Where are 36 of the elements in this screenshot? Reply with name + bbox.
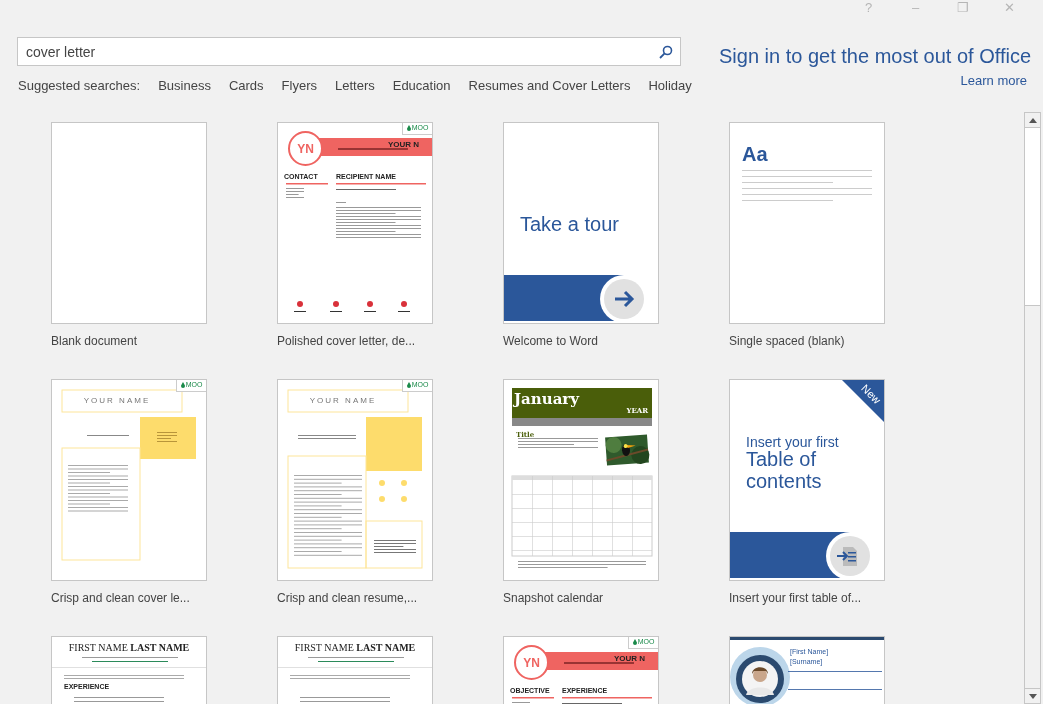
search-field[interactable]: cover letter [17,37,681,66]
template-title[interactable]: Blank document [51,332,207,348]
suggested-search-link[interactable]: Resumes and Cover Letters [468,76,631,96]
suggested-search-link[interactable]: Flyers [281,76,317,96]
template-thumbnail[interactable]: FIRST NAME LAST NAME [277,636,433,704]
search-icon[interactable] [659,45,673,59]
suggested-search-link[interactable]: Holiday [648,76,692,96]
name-heading: FIRST NAME LAST NAME [67,641,191,655]
template-thumbnail[interactable] [51,122,207,324]
template-thumbnail[interactable]: Aa [729,122,885,324]
scrollbar[interactable] [1024,112,1041,704]
name-heading: FIRST NAME LAST NAME [293,641,417,655]
name-heading: YOUR N [614,653,646,665]
suggested-search-link[interactable]: Education [392,76,451,96]
font-sample: Aa [742,142,768,167]
template-title[interactable]: Crisp and clean cover le... [51,589,207,605]
name-heading: YOUR NAME [82,395,152,407]
tour-heading: Take a tour [520,212,619,237]
month-heading: January [514,389,579,410]
suggested-searches-label: Suggested searches: [18,77,141,95]
scroll-thumb[interactable] [1025,128,1040,306]
template-title[interactable]: Single spaced (blank) [729,332,885,348]
sign-in-link[interactable]: Sign in to get the most out of Office [718,41,1031,71]
template-title[interactable]: Insert your first table of... [729,589,885,605]
suggested-search-link[interactable]: Letters [334,76,375,96]
template-title[interactable]: Snapshot calendar [503,589,659,605]
suggested-search-link[interactable]: Business [158,76,211,96]
template-thumbnail[interactable]: Take a tour [503,122,659,324]
template-title[interactable]: Welcome to Word [503,332,659,348]
name-heading: YOUR NAME [308,395,378,407]
template-title[interactable]: Crisp and clean resume,... [277,589,433,605]
learn-more-link[interactable]: Learn more [960,71,1027,91]
toc-subheading: Insert your first [746,433,839,451]
name-heading: YOUR N [388,139,420,151]
template-title[interactable]: Polished cover letter, de... [277,332,433,348]
suggested-search-link[interactable]: Cards [228,76,264,96]
